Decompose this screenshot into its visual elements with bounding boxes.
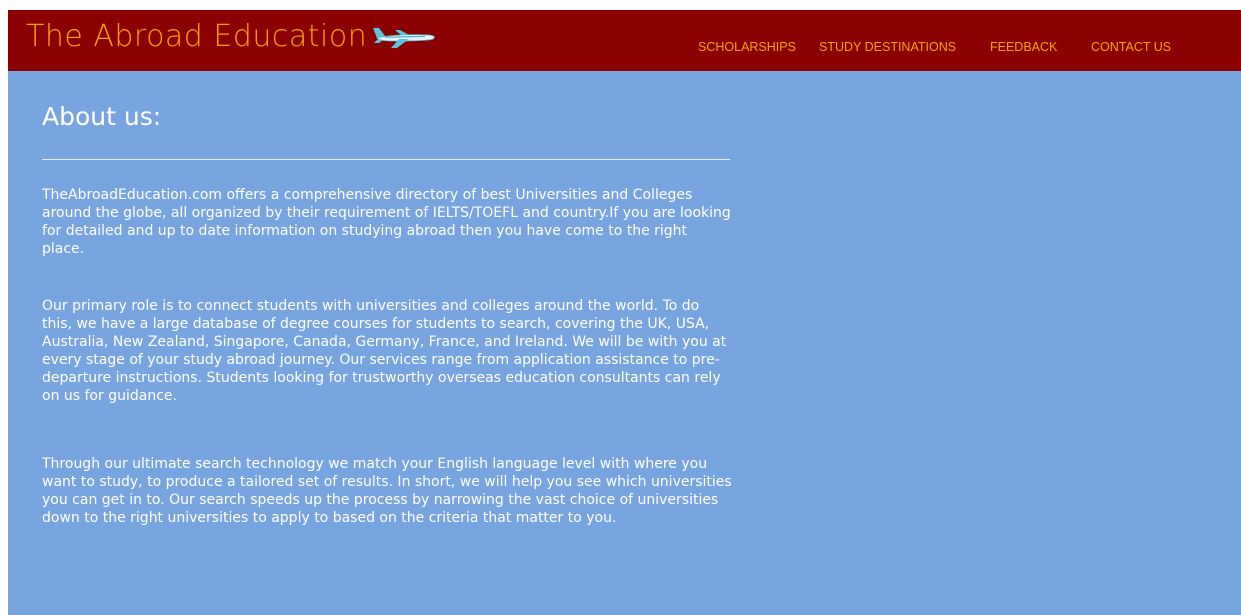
about-section: About us: TheAbroadEducation.com offers …	[42, 100, 732, 526]
about-paragraph-1: TheAbroadEducation.com offers a comprehe…	[42, 187, 731, 257]
site-brand-name: The Abroad Education	[26, 19, 368, 54]
nav-link-scholarships[interactable]: SCHOLARSHIPS	[698, 40, 796, 54]
about-paragraph-3: Through our ultimate search technology w…	[42, 456, 732, 526]
site-header: The Abroad Education SCHOLARSHIPS STUDY …	[8, 10, 1241, 71]
nav-link-contact-us[interactable]: CONTACT US	[1091, 40, 1171, 54]
page-title: About us:	[42, 102, 162, 131]
page: The Abroad Education SCHOLARSHIPS STUDY …	[8, 10, 1241, 615]
site-logo-link[interactable]: The Abroad Education	[26, 18, 437, 56]
about-paragraph-2: Our primary role is to connect students …	[42, 298, 727, 404]
nav-link-feedback[interactable]: FEEDBACK	[990, 40, 1057, 54]
nav-link-study-destinations[interactable]: STUDY DESTINATIONS	[819, 40, 956, 54]
title-divider	[42, 159, 730, 160]
airplane-icon	[373, 28, 436, 48]
